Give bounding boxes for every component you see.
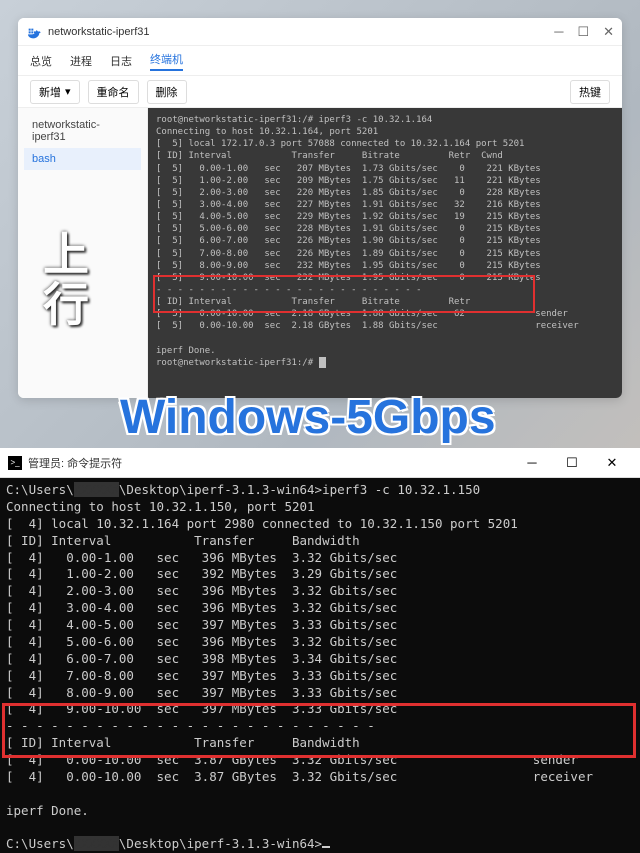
close-button[interactable]: ✕ [603, 25, 614, 38]
tab-overview[interactable]: 总览 [30, 53, 52, 69]
tab-log[interactable]: 日志 [110, 53, 132, 69]
terminal-output[interactable]: root@networkstatic-iperf31:/# iperf3 -c … [148, 108, 622, 398]
delete-button[interactable]: 删除 [147, 80, 187, 104]
window-title: networkstatic-iperf31 [48, 26, 554, 38]
chevron-down-icon: ▾ [65, 85, 71, 98]
cmd-window-controls: ─ ☐ ✕ [512, 448, 632, 478]
cmd-title: 管理员: 命令提示符 [28, 455, 512, 471]
terminal-cursor [319, 357, 326, 368]
cmd-window: >_ 管理员: 命令提示符 ─ ☐ ✕ C:\Users\XXXXXX\Desk… [0, 448, 640, 853]
tabs: 总览 进程 日志 终端机 [18, 46, 622, 76]
new-button[interactable]: 新增▾ [30, 80, 80, 104]
tab-process[interactable]: 进程 [70, 53, 92, 69]
cmd-cursor [322, 846, 330, 848]
minimize-button[interactable]: ─ [554, 25, 563, 38]
docker-whale-icon [26, 24, 42, 40]
tab-terminal[interactable]: 终端机 [150, 51, 183, 71]
session-sidebar: networkstatic-iperf31 bash [18, 108, 148, 398]
content: networkstatic-iperf31 bash root@networks… [18, 108, 622, 398]
cmd-minimize-button[interactable]: ─ [512, 448, 552, 478]
sidebar-item-bash[interactable]: bash [24, 148, 141, 170]
sidebar-item-iperf[interactable]: networkstatic-iperf31 [24, 114, 141, 148]
window-controls: ─ ☐ ✕ [554, 25, 614, 38]
toolbar: 新增▾ 重命名 删除 热键 [18, 76, 622, 108]
overlay-title: Windows-5Gbps [120, 390, 496, 445]
cmd-maximize-button[interactable]: ☐ [552, 448, 592, 478]
hotkey-button[interactable]: 热键 [570, 80, 610, 104]
cmd-close-button[interactable]: ✕ [592, 448, 632, 478]
rename-button[interactable]: 重命名 [88, 80, 139, 104]
cmd-titlebar: >_ 管理员: 命令提示符 ─ ☐ ✕ [0, 448, 640, 478]
maximize-button[interactable]: ☐ [577, 25, 589, 38]
cmd-output[interactable]: C:\Users\XXXXXX\Desktop\iperf-3.1.3-win6… [0, 478, 640, 853]
cmd-icon: >_ [8, 456, 22, 470]
redacted-username: XXXXXX [74, 482, 119, 497]
docker-terminal-window: networkstatic-iperf31 ─ ☐ ✕ 总览 进程 日志 终端机… [18, 18, 622, 398]
redacted-username-2: XXXXXX [74, 836, 119, 851]
titlebar: networkstatic-iperf31 ─ ☐ ✕ [18, 18, 622, 46]
